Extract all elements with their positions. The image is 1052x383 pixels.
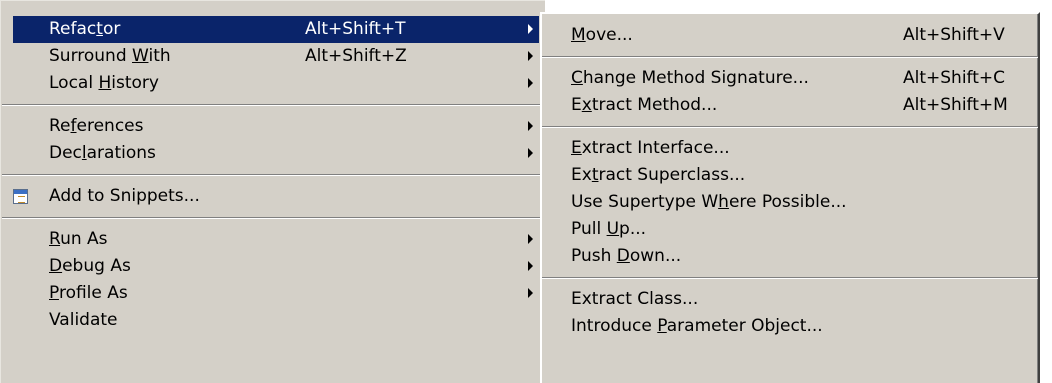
submenu-arrow-icon [528, 78, 533, 88]
mnemonic: D [49, 256, 63, 276]
menu-item-label: Extract Class... [571, 289, 699, 309]
menu-item-add-to-snippets[interactable]: Add to Snippets... [13, 183, 539, 210]
shortcut-label: Alt+Shift+Z [305, 46, 407, 66]
menu-item-profile-as[interactable]: Profile As [13, 280, 539, 307]
menu-item-label: References [49, 116, 144, 136]
menu-item-label: Change Method Signature... [571, 68, 809, 88]
menu-item-label: Run As [49, 229, 108, 249]
refactor-item-move[interactable]: Move... Alt+Shift+V [550, 22, 1034, 49]
menu-item-label: Use Supertype Where Possible... [571, 192, 847, 212]
mnemonic: C [571, 68, 583, 88]
refactor-item-pull-up[interactable]: Pull Up... [550, 216, 1034, 243]
mnemonic: t [96, 19, 103, 39]
menu-separator [542, 56, 1038, 58]
submenu-arrow-icon [528, 24, 533, 34]
menu-item-local-history[interactable]: Local History [13, 70, 539, 97]
menu-item-references[interactable]: References [13, 113, 539, 140]
shortcut-label: Alt+Shift+V [903, 25, 1005, 45]
shortcut-label: Alt+Shift+M [903, 95, 1008, 115]
refactor-item-extract-interface[interactable]: Extract Interface... [550, 135, 1034, 162]
menu-item-declarations[interactable]: Declarations [13, 140, 539, 167]
refactor-item-change-method-signature[interactable]: Change Method Signature... Alt+Shift+C [550, 65, 1034, 92]
menu-item-label: Validate [49, 310, 118, 330]
menu-item-label: Push Down... [571, 246, 682, 266]
menu-item-label: Local History [49, 73, 159, 93]
mnemonic: h [718, 192, 729, 212]
menu-item-label: Extract Interface... [571, 138, 730, 158]
refactor-item-extract-method[interactable]: Extract Method... Alt+Shift+M [550, 92, 1034, 119]
menu-separator [2, 104, 545, 106]
snippets-icon [13, 189, 28, 204]
mnemonic: U [606, 219, 620, 239]
mnemonic: E [571, 138, 582, 158]
refactor-item-push-down[interactable]: Push Down... [550, 243, 1034, 270]
menu-item-debug-as[interactable]: Debug As [13, 253, 539, 280]
refactor-item-extract-class[interactable]: Extract Class... [550, 286, 1034, 313]
menu-item-label: Move... [571, 25, 633, 45]
mnemonic: R [49, 229, 61, 249]
menu-separator [542, 126, 1038, 128]
menu-item-label: Extract Method... [571, 95, 718, 115]
menu-item-label: Surround With [49, 46, 171, 66]
menu-item-label: Debug As [49, 256, 131, 276]
menu-item-surround-with[interactable]: Surround With Alt+Shift+Z [13, 43, 539, 70]
context-menu: Refactor Alt+Shift+T Surround With Alt+Shif… [0, 0, 545, 383]
menu-item-label: Profile As [49, 283, 128, 303]
menu-item-label: Extract Superclass... [571, 165, 746, 185]
shortcut-label: Alt+Shift+C [903, 68, 1006, 88]
mnemonic: H [98, 73, 112, 93]
refactor-item-use-supertype-where-possible[interactable]: Use Supertype Where Possible... [550, 189, 1034, 216]
mnemonic: P [49, 283, 59, 303]
menu-item-label: Pull Up... [571, 219, 647, 239]
submenu-arrow-icon [528, 234, 533, 244]
menu-item-refactor[interactable]: Refactor Alt+Shift+T [13, 16, 539, 43]
submenu-arrow-icon [528, 148, 533, 158]
submenu-arrow-icon [528, 121, 533, 131]
refactor-item-extract-superclass[interactable]: Extract Superclass... [550, 162, 1034, 189]
shortcut-label: Alt+Shift+T [305, 19, 406, 39]
menu-separator [2, 217, 545, 219]
menu-item-validate[interactable]: Validate [13, 307, 539, 334]
submenu-arrow-icon [528, 261, 533, 271]
mnemonic: W [132, 46, 149, 66]
mnemonic: P [657, 316, 667, 336]
menu-item-label: Add to Snippets... [49, 186, 200, 206]
menu-item-label: Refactor [49, 19, 121, 39]
submenu-arrow-icon [528, 51, 533, 61]
menu-separator [2, 174, 545, 176]
mnemonic: D [616, 246, 630, 266]
menu-separator [542, 277, 1038, 279]
menu-item-run-as[interactable]: Run As [13, 226, 539, 253]
refactor-item-introduce-parameter-object[interactable]: Introduce Parameter Object... [550, 313, 1034, 340]
menu-item-label: Introduce Parameter Object... [571, 316, 823, 336]
menu-item-label: Declarations [49, 143, 156, 163]
refactor-submenu: Move... Alt+Shift+V Change Method Signatur… [540, 12, 1040, 383]
mnemonic: M [571, 25, 586, 45]
submenu-arrow-icon [528, 288, 533, 298]
mnemonic: x [581, 95, 592, 115]
